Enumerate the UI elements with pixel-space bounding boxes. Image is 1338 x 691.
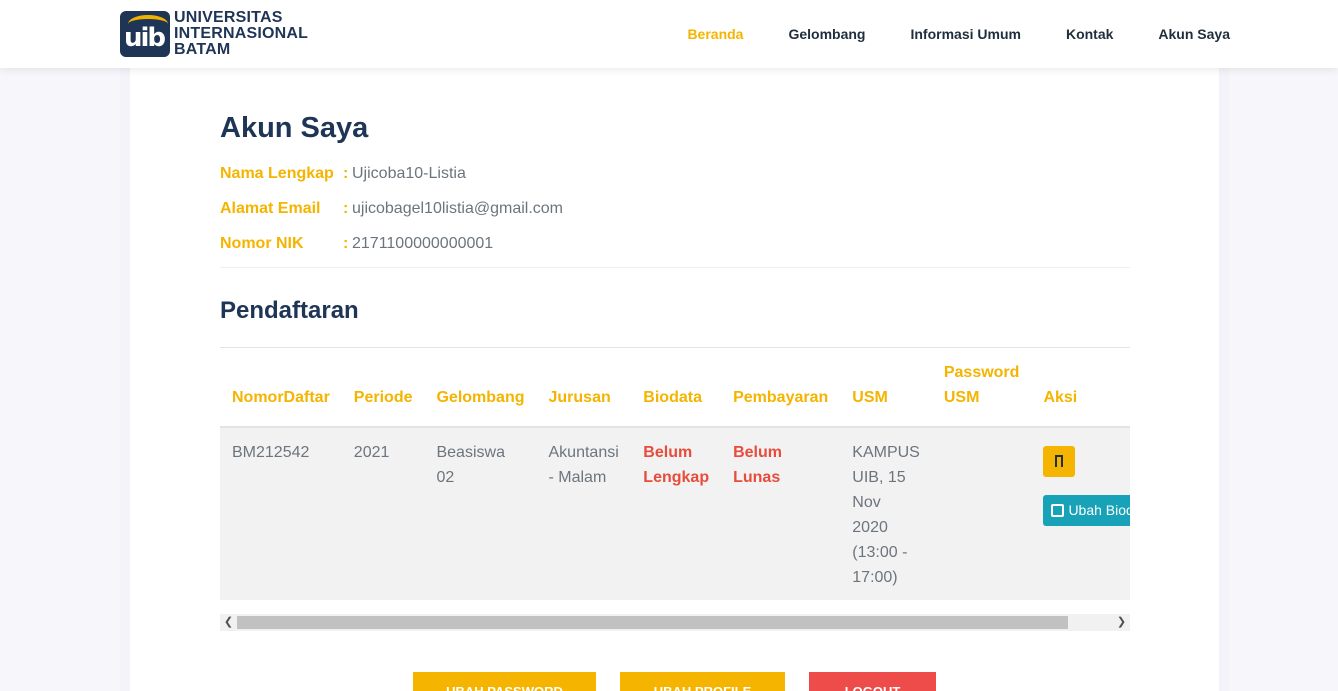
scroll-left-icon[interactable]: ❮ <box>220 614 237 631</box>
table-row: BM212542 2021 Beasiswa 02 Akuntansi - Ma… <box>220 427 1130 600</box>
print-card-button[interactable] <box>1043 446 1076 477</box>
col-nomor-daftar: NomorDaftar <box>220 348 342 428</box>
edit-icon <box>1051 504 1065 517</box>
cell-pembayaran-status: Belum Lunas <box>721 427 841 600</box>
info-value-email: ujicobagel10listia@gmail.com <box>352 200 564 217</box>
page-title: Akun Saya <box>220 112 369 144</box>
nav-informasi-umum[interactable]: Informasi Umum <box>910 26 1020 42</box>
cell-jurusan: Akuntansi - Malam <box>536 427 632 600</box>
col-periode: Periode <box>341 348 425 428</box>
nav-akun-saya[interactable]: Akun Saya <box>1158 26 1230 42</box>
cell-gelombang: Beasiswa 02 <box>424 427 537 600</box>
change-password-button[interactable]: UBAH PASSWORD <box>413 672 596 691</box>
horizontal-scrollbar[interactable]: ❮ ❯ <box>220 614 1130 631</box>
registration-table-wrapper[interactable]: NomorDaftar Periode Gelombang Jurusan Bi… <box>220 347 1130 600</box>
logo-wordmark: UNIVERSITAS INTERNASIONAL BATAM <box>174 10 308 58</box>
info-label-email: Alamat Email <box>220 200 321 217</box>
table-header-row: NomorDaftar Periode Gelombang Jurusan Bi… <box>220 348 1130 428</box>
main-nav: Beranda Gelombang Informasi Umum Kontak … <box>642 0 1230 68</box>
divider <box>220 267 1130 268</box>
cell-password-usm <box>931 427 1032 600</box>
col-aksi: Aksi <box>1031 348 1130 428</box>
cell-biodata-status: Belum Lengkap <box>631 427 722 600</box>
col-password-usm: Password USM <box>931 348 1032 428</box>
top-navbar: uib UNIVERSITAS INTERNASIONAL BATAM Bera… <box>0 0 1338 68</box>
col-jurusan: Jurusan <box>536 348 632 428</box>
bookmark-icon <box>1055 455 1064 467</box>
col-usm: USM <box>840 348 932 428</box>
logo-line-1: UNIVERSITAS <box>174 9 283 26</box>
col-biodata: Biodata <box>631 348 722 428</box>
col-gelombang: Gelombang <box>424 348 537 428</box>
info-label-nik: Nomor NIK <box>220 235 304 252</box>
cell-usm: KAMPUS UIB, 15 Nov 2020 (13:00 - 17:00) <box>840 427 932 600</box>
nav-gelombang[interactable]: Gelombang <box>788 26 865 42</box>
info-value-nik: 2171100000000001 <box>352 235 494 252</box>
uib-logo[interactable]: uib UNIVERSITAS INTERNASIONAL BATAM <box>120 10 308 58</box>
cell-aksi: Ubah Biodata <box>1031 427 1130 600</box>
info-label-nama: Nama Lengkap <box>220 165 334 182</box>
logo-line-3: BATAM <box>174 41 231 58</box>
info-value-nama: Ujicoba10-Listia <box>352 165 466 182</box>
logo-line-2: INTERNASIONAL <box>174 25 309 42</box>
edit-biodata-button[interactable]: Ubah Biodata <box>1043 495 1130 526</box>
logo-mark: uib <box>124 23 166 53</box>
cell-periode: 2021 <box>341 427 425 600</box>
edit-biodata-label: Ubah Biodata <box>1068 502 1130 518</box>
scroll-right-icon[interactable]: ❯ <box>1113 614 1130 631</box>
nav-beranda[interactable]: Beranda <box>687 26 743 42</box>
cell-nomor-daftar: BM212542 <box>220 427 342 600</box>
registration-table: NomorDaftar Periode Gelombang Jurusan Bi… <box>220 348 1130 600</box>
nav-kontak[interactable]: Kontak <box>1066 26 1113 42</box>
logo-badge: uib <box>120 11 170 57</box>
logout-button[interactable]: LOGOUT <box>809 672 936 691</box>
section-title-pendaftaran: Pendaftaran <box>220 297 359 324</box>
scrollbar-thumb[interactable] <box>237 616 1068 629</box>
account-actions: UBAH PASSWORD UBAH PROFILE LOGOUT <box>413 672 936 691</box>
change-profile-button[interactable]: UBAH PROFILE <box>620 672 785 691</box>
col-pembayaran: Pembayaran <box>721 348 841 428</box>
